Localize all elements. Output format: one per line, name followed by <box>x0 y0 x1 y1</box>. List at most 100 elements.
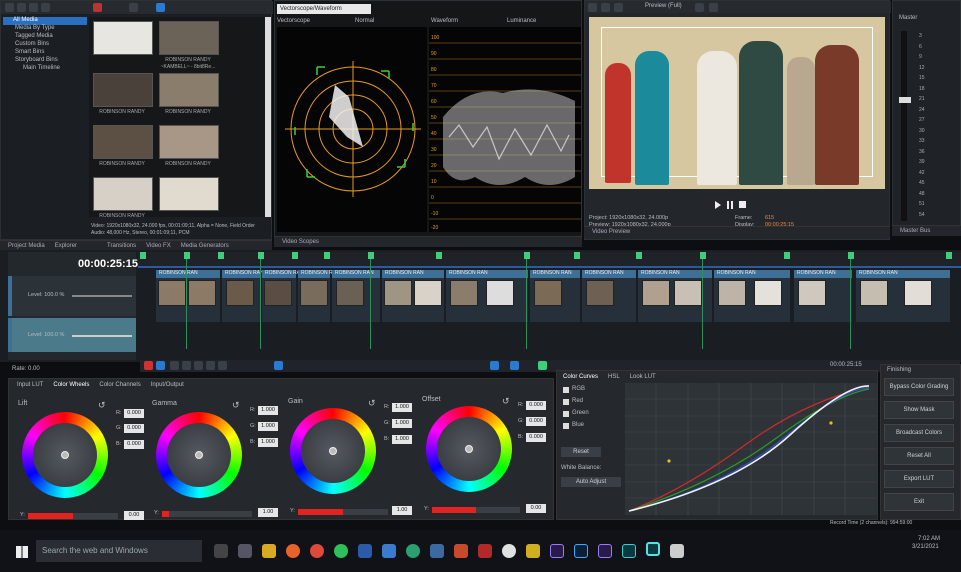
reset-icon[interactable]: ↺ <box>368 398 376 409</box>
ripple-icon[interactable] <box>510 361 519 370</box>
app-icon[interactable] <box>526 544 540 558</box>
copy-snapshot-icon[interactable] <box>695 3 704 12</box>
region-marker[interactable] <box>784 252 790 259</box>
split-screen-icon[interactable] <box>601 3 610 12</box>
offset-y-slider[interactable] <box>432 507 520 513</box>
reset-icon[interactable]: ↺ <box>502 396 510 407</box>
photoshop-icon[interactable] <box>574 544 588 558</box>
lift-r-input[interactable]: 0.000 <box>124 409 144 418</box>
up-folder-icon[interactable] <box>17 3 26 12</box>
tree-item-tagged-media[interactable]: Tagged Media <box>3 33 87 41</box>
tree-item-media-by-type[interactable]: Media By Type <box>3 25 87 33</box>
lift-wheel-handle[interactable] <box>61 451 69 459</box>
play-icon[interactable] <box>170 361 179 370</box>
stop-icon[interactable] <box>194 361 203 370</box>
tab-input-output[interactable]: Input/Output <box>151 382 184 388</box>
gamma-wheel-handle[interactable] <box>195 451 203 459</box>
tab-project-media[interactable]: Project Media <box>8 243 45 249</box>
region-marker[interactable] <box>258 252 264 259</box>
tab-color-wheels[interactable]: Color Wheels <box>53 382 89 388</box>
level-slider[interactable] <box>72 295 132 297</box>
region-marker[interactable] <box>140 252 146 259</box>
tree-item-storyboard-bins[interactable]: Storyboard Bins <box>3 57 87 65</box>
tab-media-generators[interactable]: Media Generators <box>181 243 229 249</box>
timeline-clip[interactable]: ROBINSON RAN <box>298 270 340 322</box>
gain-b-input[interactable]: 1.000 <box>392 435 412 444</box>
gamma-r-input[interactable]: 1.000 <box>258 406 278 415</box>
tab-transitions[interactable]: Transitions <box>107 243 136 249</box>
gain-r-input[interactable]: 1.000 <box>392 403 412 412</box>
overlays-icon[interactable] <box>614 3 623 12</box>
region-marker[interactable] <box>524 252 530 259</box>
timeline-clip[interactable]: ROBINSON RAN <box>156 270 220 322</box>
scope-selector[interactable]: Vectorscope/Waveform <box>277 4 371 14</box>
offset-r-input[interactable]: 0.000 <box>526 401 546 410</box>
media-thumbnail[interactable] <box>93 73 153 107</box>
media-thumbnail[interactable] <box>93 125 153 159</box>
timeline-clip[interactable]: ROBINSON RAN <box>714 270 790 322</box>
firefox-icon[interactable] <box>286 544 300 558</box>
curves-reset-button[interactable]: Reset <box>561 447 601 457</box>
timeline-clip[interactable]: ROBINSON RAN <box>222 270 264 322</box>
tab-hsl[interactable]: HSL <box>608 374 620 380</box>
file-explorer-icon[interactable] <box>262 544 276 558</box>
loop-icon[interactable] <box>156 361 165 370</box>
taskbar-search[interactable]: Search the web and Windows <box>36 540 202 562</box>
broadcast-colors-button[interactable]: Broadcast Colors <box>884 424 954 442</box>
region-marker[interactable] <box>848 252 854 259</box>
premiere-icon[interactable] <box>598 544 612 558</box>
blue-checkbox[interactable] <box>563 423 569 429</box>
media-thumbnail[interactable] <box>93 21 153 55</box>
store-icon[interactable] <box>238 544 252 558</box>
premiere-icon[interactable] <box>550 544 564 558</box>
gain-wheel-handle[interactable] <box>329 447 337 455</box>
region-marker[interactable] <box>184 252 190 259</box>
timeline-clip[interactable]: ROBINSON RAN <box>332 270 380 322</box>
tree-item-all-media[interactable]: All Media <box>3 17 87 25</box>
chrome-icon[interactable] <box>310 544 324 558</box>
gamma-y-slider[interactable] <box>162 511 252 517</box>
timeline-clip[interactable]: ROBINSON RAN <box>382 270 444 322</box>
auto-crossfade-icon[interactable] <box>538 361 547 370</box>
vegas-active-icon[interactable] <box>646 542 660 556</box>
tab-video-preview[interactable]: Video Preview <box>592 229 630 235</box>
tab-video-scopes[interactable]: Video Scopes <box>282 239 319 245</box>
gain-g-input[interactable]: 1.000 <box>392 419 412 428</box>
timeline-clip[interactable]: ROBINSON RAN <box>262 270 304 322</box>
timeline-clip[interactable]: ROBINSON RAN <box>638 270 712 322</box>
media-thumbnail[interactable] <box>159 21 219 55</box>
word-icon[interactable] <box>358 544 372 558</box>
tab-master-bus[interactable]: Master Bus <box>900 228 930 234</box>
windows-start-icon[interactable] <box>16 546 28 558</box>
export-lut-button[interactable]: Export LUT <box>884 470 954 488</box>
snap-icon[interactable] <box>490 361 499 370</box>
region-marker[interactable] <box>700 252 706 259</box>
media-thumbnail[interactable] <box>159 125 219 159</box>
tab-look-lut[interactable]: Look LUT <box>630 374 656 380</box>
offset-b-input[interactable]: 0.000 <box>526 433 546 442</box>
media-thumbnail[interactable] <box>159 73 219 107</box>
reset-icon[interactable]: ↺ <box>232 400 240 411</box>
region-marker[interactable] <box>218 252 224 259</box>
new-bin-icon[interactable] <box>29 3 38 12</box>
curves-graph[interactable] <box>625 383 877 515</box>
app-icon[interactable] <box>406 544 420 558</box>
region-marker[interactable] <box>324 252 330 259</box>
region-marker[interactable] <box>636 252 642 259</box>
timeline-clip[interactable]: ROBINSON RAN <box>446 270 528 322</box>
lift-g-input[interactable]: 0.000 <box>124 424 144 433</box>
import-icon[interactable] <box>41 3 50 12</box>
play-button[interactable] <box>715 201 721 209</box>
region-marker[interactable] <box>368 252 374 259</box>
views-icon[interactable] <box>156 3 165 12</box>
app-icon[interactable] <box>454 544 468 558</box>
timeline-clip[interactable]: ROBINSON RAN <box>856 270 950 322</box>
app-icon[interactable] <box>430 544 444 558</box>
refresh-icon[interactable] <box>5 3 14 12</box>
lift-y-slider[interactable] <box>28 513 118 519</box>
master-fader[interactable] <box>899 97 911 103</box>
pause-icon[interactable] <box>182 361 191 370</box>
region-marker[interactable] <box>946 252 952 259</box>
settings-icon[interactable] <box>588 3 597 12</box>
gamma-b-input[interactable]: 1.000 <box>258 438 278 447</box>
